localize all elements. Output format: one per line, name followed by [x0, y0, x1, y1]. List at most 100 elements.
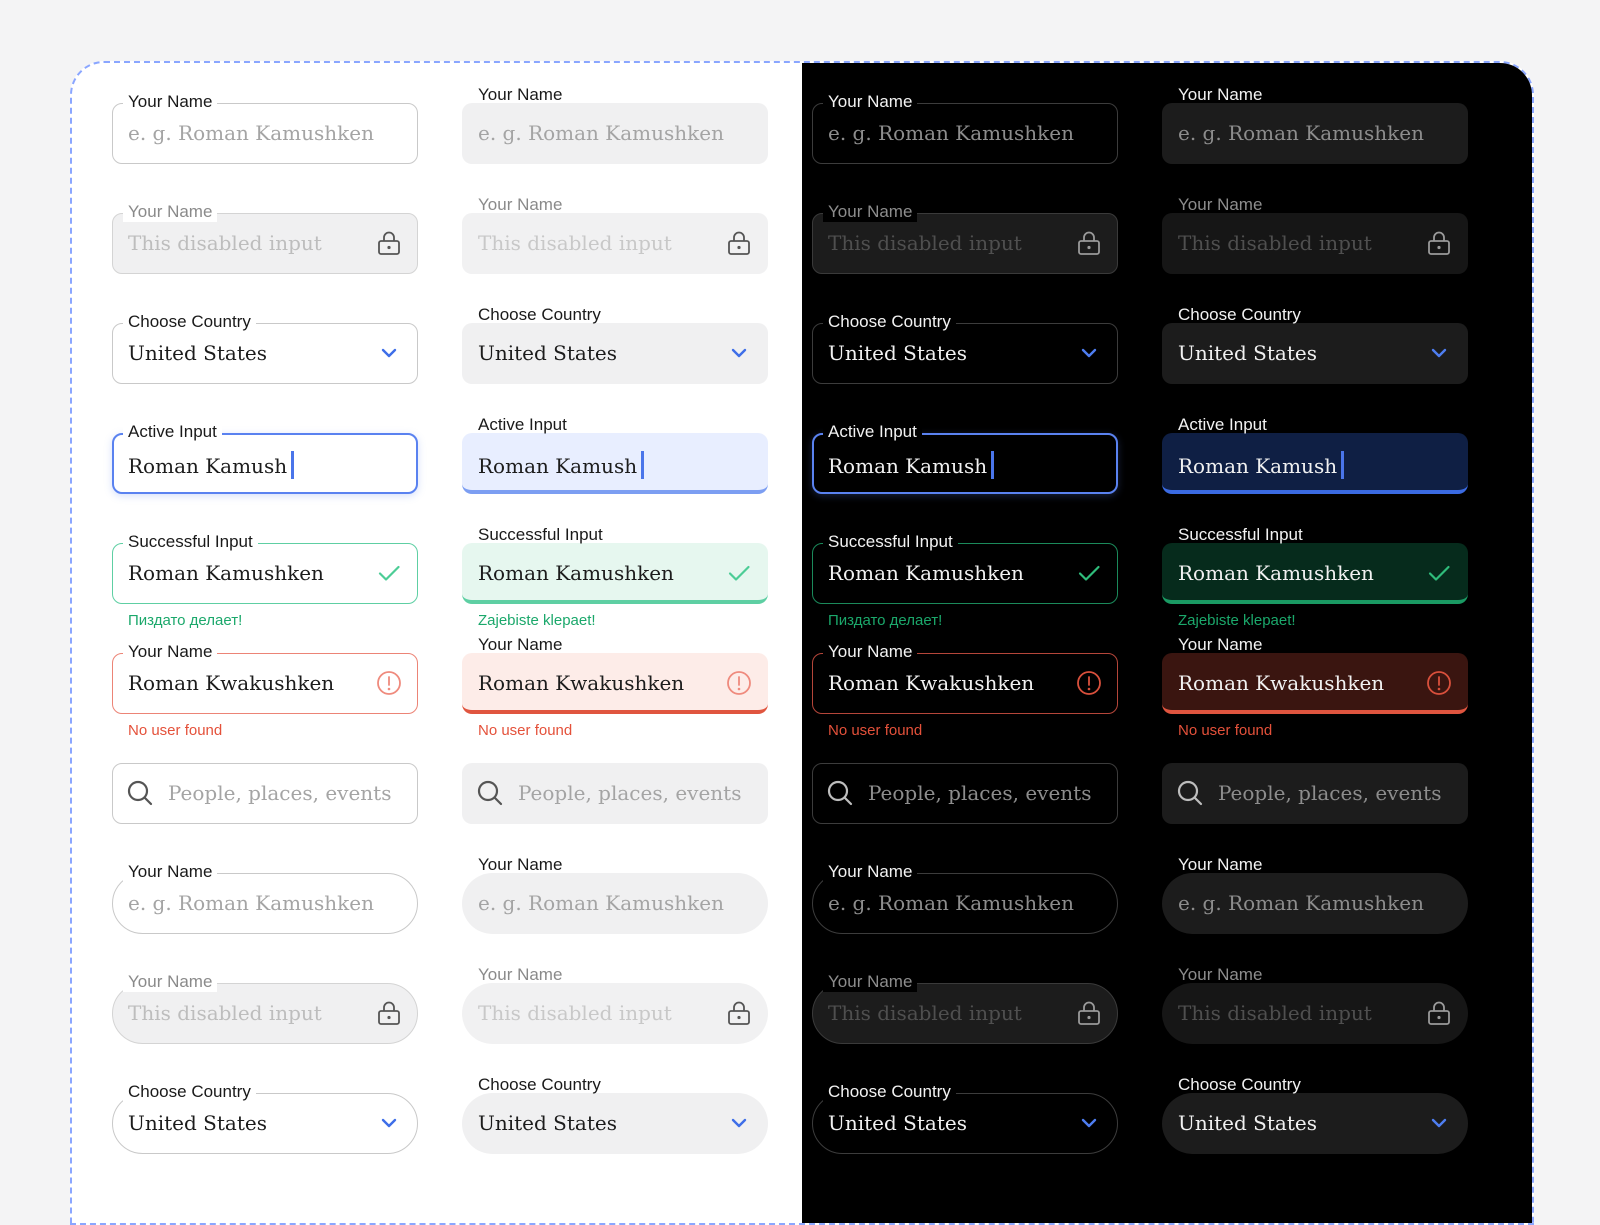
selected-value: United States — [128, 1111, 267, 1135]
text-cursor — [641, 451, 645, 479]
chevron-down-icon[interactable] — [1426, 1110, 1452, 1136]
text-cursor — [1341, 451, 1345, 479]
value-text: e. g. Roman Kamushken — [1178, 121, 1424, 145]
value-text: This disabled input — [128, 1001, 322, 1025]
value-text: Roman Kamush — [478, 454, 638, 478]
lock-icon — [1426, 230, 1452, 256]
value-text: Roman Kwakushken — [128, 671, 335, 695]
field-label: Your Name — [823, 972, 918, 992]
error-circle-icon — [376, 670, 402, 696]
field-label: Your Name — [1178, 85, 1263, 104]
error-message: No user found — [478, 722, 573, 739]
chevron-down-icon[interactable] — [376, 1110, 402, 1136]
value-text: United States — [828, 1111, 967, 1135]
field-label: Active Input — [823, 422, 922, 442]
field-label: Your Name — [823, 202, 918, 222]
value-text: This disabled input — [828, 231, 1022, 255]
lock-icon — [1426, 1000, 1452, 1026]
input-value: Roman Kamush — [828, 451, 995, 479]
input-value: Roman Kamush — [1178, 451, 1345, 479]
error-message: No user found — [128, 722, 223, 739]
input-value: Roman Kamushken — [1178, 561, 1374, 585]
value-text: People, places, events — [518, 781, 742, 805]
field-label: Your Name — [123, 642, 218, 662]
chevron-down-icon[interactable] — [1076, 1110, 1102, 1136]
value-text: United States — [478, 341, 617, 365]
input-value: This disabled input — [1178, 231, 1372, 255]
text-cursor — [291, 451, 295, 479]
value-text: Roman Kwakushken — [828, 671, 1035, 695]
field-label: Successful Input — [1178, 525, 1303, 544]
field-label: Choose Country — [123, 1082, 256, 1102]
field-label: Active Input — [123, 422, 222, 442]
field-label: Your Name — [1178, 855, 1263, 874]
input-value: Roman Kwakushken — [478, 671, 684, 695]
field-label: Your Name — [123, 202, 218, 222]
input-value: Roman Kamush — [128, 451, 295, 479]
search-icon — [1176, 779, 1204, 807]
selected-value: United States — [1178, 341, 1317, 365]
lock-icon — [376, 230, 402, 256]
search-icon — [126, 779, 154, 807]
value-text: e. g. Roman Kamushken — [128, 891, 374, 915]
selected-value: United States — [828, 1111, 967, 1135]
value-text: e. g. Roman Kamushken — [828, 121, 1074, 145]
field-label: Successful Input — [823, 532, 958, 552]
value-text: e. g. Roman Kamushken — [1178, 891, 1424, 915]
field-label: Your Name — [823, 862, 918, 882]
error-circle-icon — [1076, 670, 1102, 696]
value-text: People, places, events — [1218, 781, 1442, 805]
lock-icon — [1076, 230, 1102, 256]
input-value: Roman Kamush — [478, 451, 645, 479]
field-label: Active Input — [478, 415, 567, 434]
chevron-down-icon[interactable] — [726, 340, 752, 366]
error-message: No user found — [1178, 722, 1273, 739]
value-text: Roman Kamushken — [128, 561, 324, 585]
value-text: United States — [128, 341, 267, 365]
input-value: Roman Kamushken — [478, 561, 674, 585]
placeholder-text: e. g. Roman Kamushken — [128, 121, 374, 145]
field-label: Your Name — [478, 635, 563, 654]
field-label: Your Name — [478, 195, 563, 214]
value-text: United States — [1178, 341, 1317, 365]
value-text: e. g. Roman Kamushken — [478, 121, 724, 145]
placeholder-text: People, places, events — [1218, 781, 1441, 805]
value-text: This disabled input — [478, 231, 672, 255]
input-value: Roman Kwakushken — [128, 671, 334, 695]
check-icon — [1426, 560, 1452, 586]
value-text: United States — [128, 1111, 267, 1135]
selected-value: United States — [128, 341, 267, 365]
field-label: Successful Input — [478, 525, 603, 544]
lock-icon — [376, 1000, 402, 1026]
field-label: Your Name — [823, 642, 918, 662]
value-text: This disabled input — [1178, 231, 1372, 255]
value-text: Roman Kamushken — [1178, 561, 1374, 585]
input-value: This disabled input — [128, 1001, 322, 1025]
value-text: People, places, events — [868, 781, 1092, 805]
value-text: United States — [828, 341, 967, 365]
chevron-down-icon[interactable] — [726, 1110, 752, 1136]
value-text: Roman Kamush — [1178, 454, 1338, 478]
search-icon — [476, 779, 504, 807]
chevron-down-icon[interactable] — [1426, 340, 1452, 366]
placeholder-text: e. g. Roman Kamushken — [478, 121, 724, 145]
error-circle-icon — [1426, 670, 1452, 696]
field-label: Your Name — [1178, 195, 1263, 214]
placeholder-text: e. g. Roman Kamushken — [478, 891, 724, 915]
field-label: Choose Country — [823, 312, 956, 332]
value-text: Roman Kwakushken — [478, 671, 685, 695]
chevron-down-icon[interactable] — [1076, 340, 1102, 366]
placeholder-text: e. g. Roman Kamushken — [128, 891, 374, 915]
selected-value: United States — [478, 1111, 617, 1135]
field-label: Your Name — [478, 855, 563, 874]
field-label: Your Name — [1178, 635, 1263, 654]
value-text: United States — [1178, 1111, 1317, 1135]
success-message: Пиздато делает! — [828, 612, 943, 629]
field-label: Successful Input — [123, 532, 258, 552]
input-value: This disabled input — [478, 231, 672, 255]
check-icon — [726, 560, 752, 586]
field-label: Choose Country — [478, 1075, 601, 1094]
value-text: e. g. Roman Kamushken — [828, 891, 1074, 915]
input-value: This disabled input — [478, 1001, 672, 1025]
chevron-down-icon[interactable] — [376, 340, 402, 366]
